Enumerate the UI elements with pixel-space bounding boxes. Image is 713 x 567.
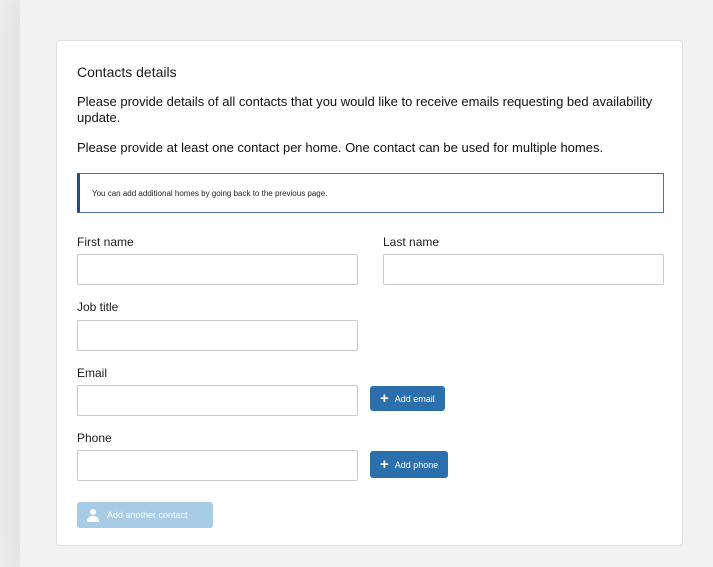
add-another-contact-button[interactable]: Add another contact (77, 502, 213, 528)
intro-text: Please provide details of all contacts t… (77, 94, 653, 125)
first-name-input[interactable] (77, 254, 358, 285)
email-label: Email (77, 366, 108, 380)
plus-icon: + (380, 390, 389, 407)
add-phone-button[interactable]: + Add phone (370, 451, 449, 478)
section-title: Contacts details (77, 64, 177, 80)
phone-label: Phone (77, 431, 112, 445)
person-icon (87, 508, 99, 522)
last-name-label: Last name (383, 235, 440, 249)
contacts-card: Contacts details Please provide details … (56, 40, 683, 546)
first-name-label: First name (77, 235, 134, 249)
phone-input[interactable] (77, 450, 358, 481)
add-contact-label: Add another contact (107, 510, 188, 520)
plus-icon: + (380, 456, 389, 473)
job-title-label: Job title (77, 300, 119, 314)
add-phone-label: Add phone (394, 459, 439, 470)
job-title-input[interactable] (77, 320, 358, 351)
add-email-label: Add email (394, 393, 435, 404)
info-notice: You can add additional homes by going ba… (77, 173, 664, 213)
requirement-text: Please provide at least one contact per … (77, 140, 604, 155)
add-email-button[interactable]: + Add email (370, 386, 445, 411)
notice-text: You can add additional homes by going ba… (92, 188, 328, 198)
last-name-input[interactable] (383, 254, 664, 285)
email-input[interactable] (77, 385, 358, 416)
